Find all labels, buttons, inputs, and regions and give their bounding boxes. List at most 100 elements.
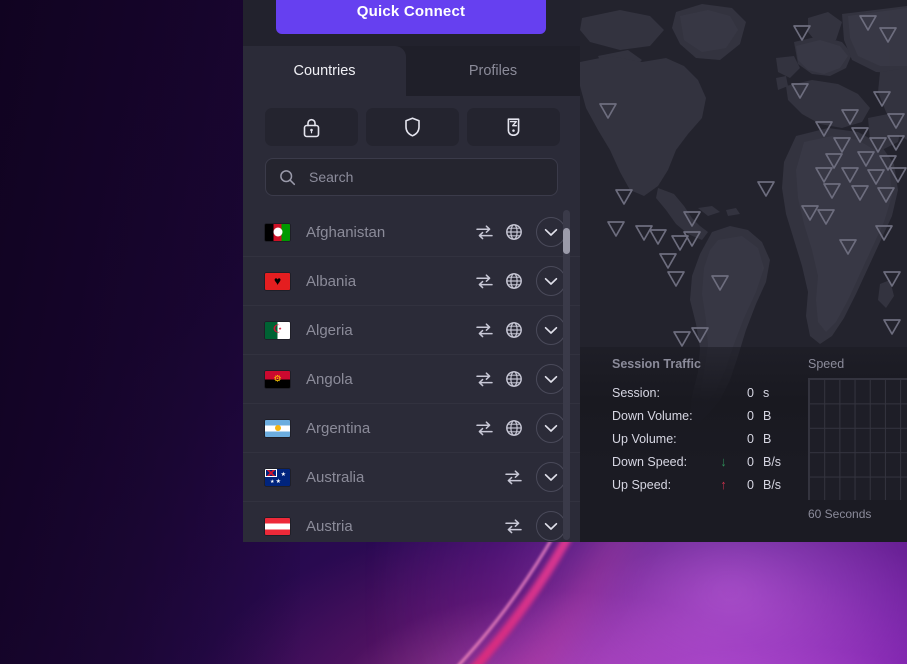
globe-icon[interactable] [505,272,523,290]
globe-icon[interactable] [505,223,523,241]
chevron-down-icon[interactable] [536,511,566,541]
multihop-icon[interactable] [475,224,494,241]
search-icon [279,169,296,186]
scrollbar-thumb[interactable] [563,228,570,254]
obfuscation-filter-button[interactable] [467,108,560,146]
session-traffic-rows: Session: 0 s Down Volume: 0 B Up Volume: 0 B Down… [612,381,792,496]
obfuscation-icon [504,116,523,138]
row-actions [464,413,566,443]
country-flag-icon: ★ ★ ★ [265,468,290,486]
country-flag-icon [265,419,290,437]
country-row[interactable]: ♥ Albania [243,257,580,306]
lock-icon [302,117,321,138]
country-name: Argentina [306,419,371,437]
session-traffic-label: Up Speed: [612,477,672,492]
speed-chart-xlabel: 60 Seconds [808,507,872,521]
country-name: Afghanistan [306,223,386,241]
country-flag-icon: ♥ [265,272,290,290]
country-row[interactable]: ★ ★ ★ Australia [243,453,580,502]
country-flag-icon: ⚙ [265,370,290,388]
session-traffic-value: 0 [747,477,754,492]
country-row[interactable]: ⚙ Angola [243,355,580,404]
quick-connect-button[interactable]: Quick Connect [276,0,546,34]
shield-filter-button[interactable] [366,108,459,146]
session-traffic-panel: Session Traffic Session: 0 s Down Volume: 0 B… [612,357,792,496]
row-actions [464,217,566,247]
session-traffic-row: Up Volume: 0 B [612,427,792,450]
session-traffic-row: Up Speed: ↑ 0 B/s [612,473,792,496]
search-box[interactable] [265,158,558,196]
down-arrow-icon: ↓ [720,454,727,469]
chevron-down-icon[interactable] [536,413,566,443]
speed-chart-panel: Speed 60 Seconds [808,357,907,521]
filter-button-row [243,104,580,154]
row-actions [493,462,566,492]
tab-profiles[interactable]: Profiles [406,46,580,96]
tab-countries[interactable]: Countries [243,46,406,96]
country-flag-icon [265,517,290,535]
globe-icon[interactable] [505,321,523,339]
up-arrow-icon: ↑ [720,477,727,492]
country-row[interactable]: ☪ Algeria [243,306,580,355]
session-traffic-unit: B [763,431,772,446]
country-row[interactable]: Austria [243,502,580,542]
session-traffic-label: Session: [612,385,660,400]
session-traffic-unit: B [763,408,772,423]
shield-icon [403,116,422,138]
multihop-icon[interactable] [504,469,523,486]
map-panel: Session Traffic Session: 0 s Down Volume: 0 B… [580,0,907,542]
session-traffic-unit: B/s [763,477,782,492]
session-traffic-row: Down Speed: ↓ 0 B/s [612,450,792,473]
servers-panel: Quick Connect Countries Profiles Search … [243,0,580,542]
panel-tabs: Countries Profiles [243,46,580,96]
country-flag-icon [265,223,290,241]
multihop-icon[interactable] [504,518,523,535]
speed-chart-grid [808,378,907,500]
country-list[interactable]: Afghanistan ♥ Albania ☪ Algeria ⚙ Angola Argent… [243,208,580,542]
chevron-down-icon[interactable] [536,364,566,394]
multihop-icon[interactable] [475,273,494,290]
session-traffic-row: Down Volume: 0 B [612,404,792,427]
session-traffic-label: Down Volume: [612,408,693,423]
session-traffic-unit: s [763,385,770,400]
search-input[interactable] [307,168,557,186]
country-name: Albania [306,272,357,290]
country-row[interactable]: Argentina [243,404,580,453]
quick-connect-area: Quick Connect [243,0,580,46]
multihop-icon[interactable] [475,420,494,437]
chevron-down-icon[interactable] [536,462,566,492]
country-row[interactable]: Afghanistan [243,208,580,257]
row-actions [493,511,566,541]
lock-filter-button[interactable] [265,108,358,146]
globe-icon[interactable] [505,370,523,388]
row-actions [464,266,566,296]
session-traffic-unit: B/s [763,454,782,469]
country-name: Australia [306,468,365,486]
screen: Quick Connect Countries Profiles Search … [0,0,907,664]
session-traffic-value: 0 [747,431,754,446]
speed-chart-title: Speed [808,357,845,371]
country-name: Algeria [306,321,353,339]
globe-icon[interactable] [505,419,523,437]
chevron-down-icon[interactable] [536,315,566,345]
multihop-icon[interactable] [475,371,494,388]
session-traffic-row: Session: 0 s [612,381,792,404]
country-name: Austria [306,517,353,535]
stats-overlay: Session Traffic Session: 0 s Down Volume: 0 B… [580,347,907,542]
country-flag-icon: ☪ [265,321,290,339]
session-traffic-label: Up Volume: [612,431,677,446]
panel-body: Afghanistan ♥ Albania ☪ Algeria ⚙ Angola Argent… [243,96,580,542]
session-traffic-value: 0 [747,385,754,400]
country-list-scrollbar[interactable] [563,210,570,540]
row-actions [464,315,566,345]
session-traffic-title: Session Traffic [612,357,701,371]
session-traffic-value: 0 [747,408,754,423]
session-traffic-value: 0 [747,454,754,469]
multihop-icon[interactable] [475,322,494,339]
row-actions [464,364,566,394]
chevron-down-icon[interactable] [536,217,566,247]
country-name: Angola [306,370,353,388]
chevron-down-icon[interactable] [536,266,566,296]
session-traffic-label: Down Speed: [612,454,688,469]
vpn-app-window: Quick Connect Countries Profiles Search … [243,0,907,542]
